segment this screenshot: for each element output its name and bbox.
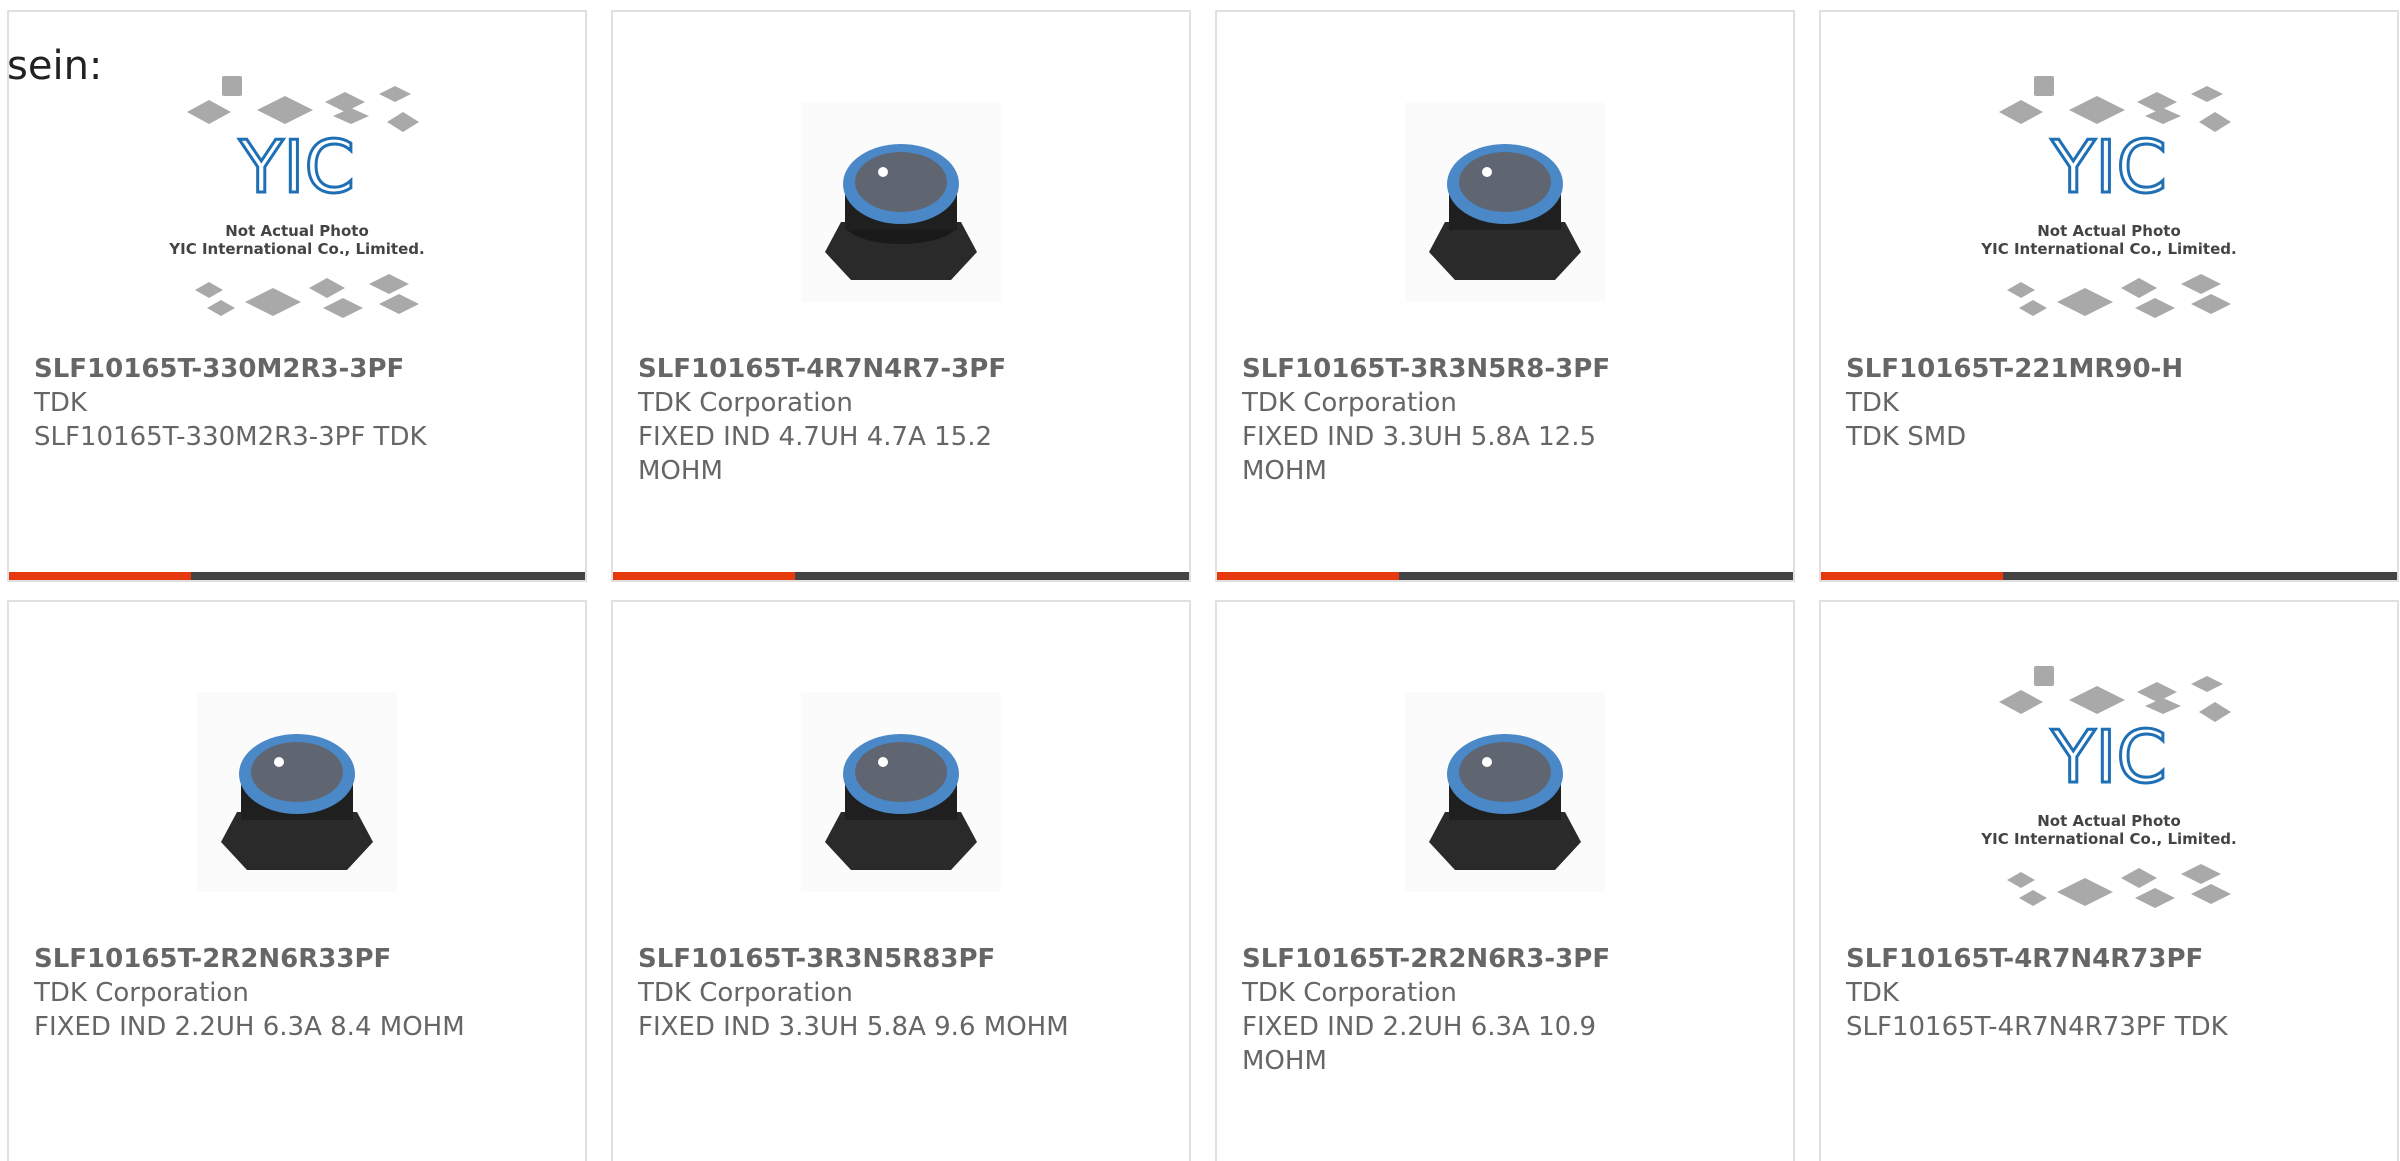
product-part-number[interactable]: SLF10165T-2R2N6R3-3PF	[1242, 942, 1610, 976]
product-part-number[interactable]: SLF10165T-221MR90-H	[1846, 352, 2183, 386]
product-card[interactable]: YIC Not Actual Photo YIC International C…	[1819, 10, 2399, 582]
product-card[interactable]: YIC Not Actual Photo YIC International C…	[7, 10, 587, 582]
placeholder-caption-1: Not Actual Photo	[225, 222, 369, 240]
placeholder-caption-2: YIC International Co., Limited.	[1980, 830, 2236, 848]
product-manufacturer: TDK	[1846, 978, 1899, 1008]
inductor-image	[1405, 102, 1605, 302]
product-card[interactable]: YIC Not Actual Photo YIC International C…	[1819, 600, 2399, 1161]
yic-logo: YIC	[2050, 125, 2167, 209]
product-part-number[interactable]: SLF10165T-3R3N5R8-3PF	[1242, 352, 1610, 386]
product-grid: YIC Not Actual Photo YIC International C…	[0, 0, 2400, 1161]
placeholder-caption-2: YIC International Co., Limited.	[1980, 240, 2236, 258]
product-card[interactable]: SLF10165T-4R7N4R7-3PF TDK Corporation FI…	[611, 10, 1191, 582]
product-image-placeholder[interactable]: YIC Not Actual Photo YIC International C…	[9, 52, 585, 352]
product-card[interactable]: SLF10165T-3R3N5R8-3PF TDK Corporation FI…	[1215, 10, 1795, 582]
product-manufacturer: TDK Corporation	[34, 978, 249, 1008]
product-part-number[interactable]: SLF10165T-330M2R3-3PF	[34, 352, 404, 386]
product-part-number[interactable]: SLF10165T-2R2N6R33PF	[34, 942, 391, 976]
card-accent-bar	[613, 572, 1189, 580]
card-accent-bar	[1217, 572, 1793, 580]
product-description: FIXED IND 3.3UH 5.8A 12.5 MOHM	[1242, 422, 1597, 486]
product-description: FIXED IND 2.2UH 6.3A 8.4 MOHM	[34, 1012, 465, 1042]
placeholder-image: YIC Not Actual Photo YIC International C…	[168, 76, 425, 318]
yic-logo: YIC	[2050, 715, 2167, 799]
product-manufacturer: TDK Corporation	[1242, 388, 1457, 418]
product-image[interactable]	[613, 52, 1189, 352]
product-description: SLF10165T-330M2R3-3PF TDK	[34, 422, 427, 452]
product-card[interactable]: SLF10165T-3R3N5R83PF TDK Corporation FIX…	[611, 600, 1191, 1161]
card-accent-bar	[1821, 572, 2397, 580]
product-image[interactable]	[9, 642, 585, 942]
product-description: FIXED IND 3.3UH 5.8A 9.6 MOHM	[638, 1012, 1069, 1042]
product-part-number[interactable]: SLF10165T-4R7N4R7-3PF	[638, 352, 1006, 386]
product-description: FIXED IND 4.7UH 4.7A 15.2 MOHM	[638, 422, 993, 486]
placeholder-image: YIC Not Actual Photo YIC International C…	[1980, 76, 2237, 318]
product-description: TDK SMD	[1846, 422, 1967, 452]
card-accent-bar	[9, 572, 585, 580]
inductor-image	[801, 102, 1001, 302]
product-card[interactable]: SLF10165T-2R2N6R33PF TDK Corporation FIX…	[7, 600, 587, 1161]
inductor-image	[197, 692, 397, 892]
product-card[interactable]: SLF10165T-2R2N6R3-3PF TDK Corporation FI…	[1215, 600, 1795, 1161]
yic-logo: YIC	[238, 125, 355, 209]
product-part-number[interactable]: SLF10165T-4R7N4R73PF	[1846, 942, 2203, 976]
placeholder-caption-1: Not Actual Photo	[2037, 222, 2181, 240]
product-description: FIXED IND 2.2UH 6.3A 10.9 MOHM	[1242, 1012, 1597, 1076]
inductor-image	[1405, 692, 1605, 892]
inductor-image	[801, 692, 1001, 892]
product-image[interactable]	[1217, 52, 1793, 352]
product-image-placeholder[interactable]: YIC Not Actual Photo YIC International C…	[1821, 52, 2397, 352]
product-image[interactable]	[613, 642, 1189, 942]
product-description: SLF10165T-4R7N4R73PF TDK	[1846, 1012, 2228, 1042]
page-label: sein:	[7, 43, 103, 89]
product-part-number[interactable]: SLF10165T-3R3N5R83PF	[638, 942, 995, 976]
product-manufacturer: TDK	[1846, 388, 1899, 418]
product-image[interactable]	[1217, 642, 1793, 942]
placeholder-image: YIC Not Actual Photo YIC International C…	[1980, 666, 2237, 908]
product-manufacturer: TDK	[34, 388, 87, 418]
product-manufacturer: TDK Corporation	[638, 388, 853, 418]
placeholder-caption-1: Not Actual Photo	[2037, 812, 2181, 830]
product-manufacturer: TDK Corporation	[1242, 978, 1457, 1008]
product-manufacturer: TDK Corporation	[638, 978, 853, 1008]
product-image-placeholder[interactable]: YIC Not Actual Photo YIC International C…	[1821, 642, 2397, 942]
placeholder-caption-2: YIC International Co., Limited.	[168, 240, 424, 258]
